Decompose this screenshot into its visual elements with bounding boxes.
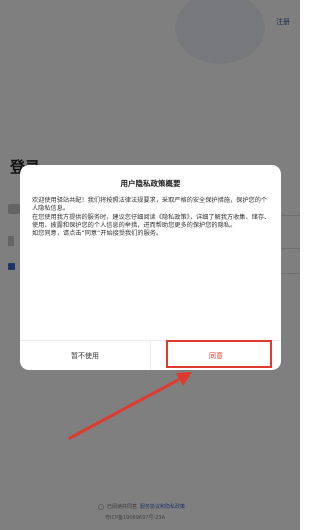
dialog-paragraph: 在您使用我方提供的服务时，建议您仔细阅读《隐私政策》，详细了解我方收集、储存、使…	[32, 213, 271, 229]
dialog-paragraph: 欢迎使用驿站共配！我们将按照法律法规要求，采取严格的安全保护措施，保护您的个人隐…	[32, 197, 268, 213]
reject-button[interactable]: 暂不使用	[20, 341, 150, 370]
dialog-paragraph: 如您同意，请点击“同意”开始接受我们的服务。	[32, 230, 163, 238]
agree-highlight-box	[166, 340, 272, 368]
dialog-body: 欢迎使用驿站共配！我们将按照法律法规要求，采取严格的安全保护措施，保护您的个人隐…	[32, 197, 272, 238]
dialog-title: 用户隐私政策概要	[120, 179, 181, 188]
